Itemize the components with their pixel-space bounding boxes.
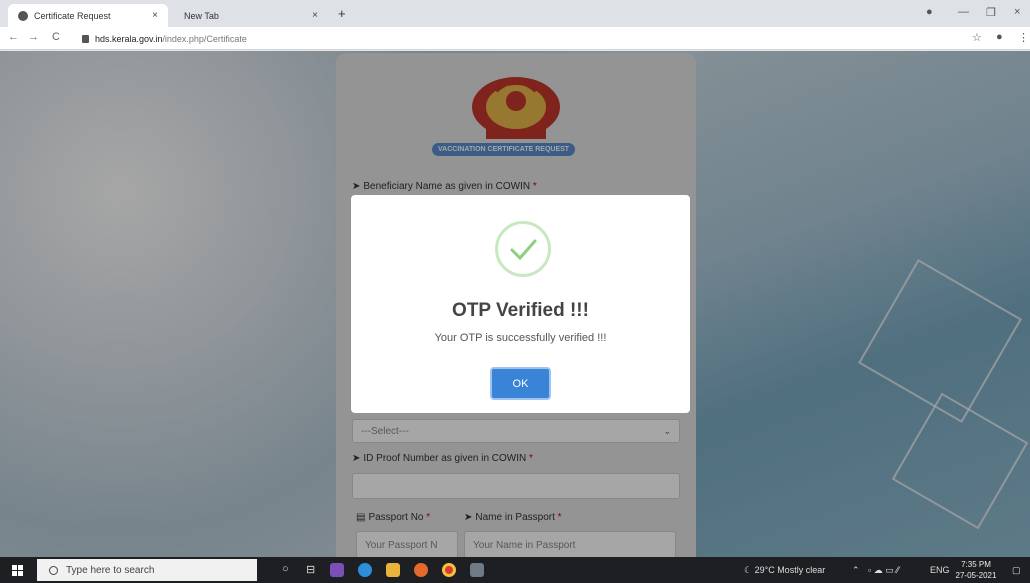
clock-date: 27-05-2021 xyxy=(955,571,997,580)
otp-verified-dialog: OTP Verified !!! Your OTP is successfull… xyxy=(351,195,690,413)
edge-icon[interactable] xyxy=(358,563,372,577)
tab-close-icon[interactable]: × xyxy=(312,10,318,21)
firefox-icon[interactable] xyxy=(414,563,428,577)
tab-close-icon[interactable]: × xyxy=(152,10,158,21)
account-avatar-icon[interactable]: ● xyxy=(996,31,1003,43)
tab-certificate-request[interactable]: Certificate Request × xyxy=(8,4,168,27)
tray-chevron-up-icon[interactable]: ⌃ xyxy=(852,565,860,576)
file-explorer-icon[interactable] xyxy=(386,563,400,577)
language-indicator[interactable]: ENG xyxy=(930,565,950,575)
taskbar-clock[interactable]: 7:35 PM 27-05-2021 xyxy=(950,559,1002,581)
bookmark-star-icon[interactable]: ☆ xyxy=(972,31,982,44)
ok-button[interactable]: OK xyxy=(490,367,551,400)
windows-start-icon[interactable] xyxy=(12,565,23,576)
search-icon xyxy=(49,565,58,575)
url-host: hds.kerala.gov.in xyxy=(95,33,163,44)
close-window-button[interactable]: × xyxy=(1014,6,1020,18)
weather-status[interactable]: ☾ 29°C Mostly clear xyxy=(744,565,825,576)
clock-time: 7:35 PM xyxy=(961,560,991,569)
forward-button[interactable]: → xyxy=(28,31,39,43)
task-view-icon[interactable]: ⊟ xyxy=(306,563,315,576)
cortana-icon[interactable]: ○ xyxy=(282,563,289,575)
site-favicon-icon xyxy=(18,10,28,21)
notifications-icon[interactable]: ▢ xyxy=(1012,565,1021,576)
page-content: VACCINATION CERTIFICATE REQUEST ➤ Benefic… xyxy=(0,51,1030,557)
chrome-icon[interactable] xyxy=(442,563,456,577)
new-tab-button[interactable]: + xyxy=(338,6,346,21)
minimize-button[interactable]: — xyxy=(958,6,969,18)
dialog-message: Your OTP is successfully verified !!! xyxy=(434,332,607,344)
app-icon[interactable] xyxy=(470,563,484,577)
tab-label: Certificate Request xyxy=(34,10,111,21)
taskbar-search-input[interactable]: Type here to search xyxy=(37,559,257,581)
tab-label: New Tab xyxy=(184,10,219,21)
reload-button[interactable]: C xyxy=(52,31,60,43)
browser-menu-icon[interactable]: ⋮ xyxy=(1018,31,1029,44)
lock-icon xyxy=(82,34,89,43)
visual-studio-icon[interactable] xyxy=(330,563,344,577)
browser-tab-bar: Certificate Request × New Tab × + ● — ❐ … xyxy=(0,0,1030,27)
windows-taskbar: Type here to search ○ ⊟ ☾ 29°C Mostly cl… xyxy=(0,557,1030,583)
address-bar-row: ← → C hds.kerala.gov.in /index.php/Certi… xyxy=(0,27,1030,50)
maximize-button[interactable]: ❐ xyxy=(986,6,996,19)
url-field[interactable]: hds.kerala.gov.in /index.php/Certificate xyxy=(82,30,962,47)
tray-icons[interactable]: ▫ ☁ ▭ ⁄⁄ xyxy=(868,565,899,576)
success-check-icon xyxy=(495,221,551,277)
profile-icon[interactable]: ● xyxy=(926,6,933,18)
weather-moon-icon: ☾ xyxy=(744,565,755,575)
tab-new-tab[interactable]: New Tab × xyxy=(168,4,328,27)
back-button[interactable]: ← xyxy=(8,31,19,43)
url-path: /index.php/Certificate xyxy=(162,33,247,44)
dialog-title: OTP Verified !!! xyxy=(452,300,589,321)
